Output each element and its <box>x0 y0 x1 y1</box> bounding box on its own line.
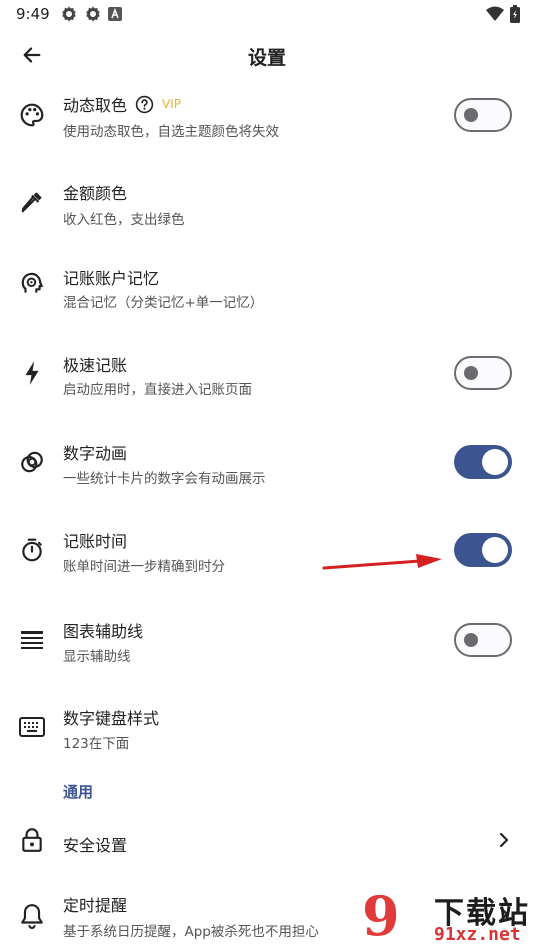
setting-subtitle: 一些统计卡片的数字会有动画展示 <box>63 471 266 487</box>
keyboard-icon <box>18 713 46 741</box>
setting-chart-guide-lines[interactable]: 图表辅助线 显示辅助线 <box>0 596 534 684</box>
setting-amount-color[interactable]: 金额颜色 收入红色，支出绿色 <box>0 158 534 246</box>
chevron-right-icon <box>494 830 514 850</box>
watermark-logo: 9 下载站 91xz.net <box>362 886 534 950</box>
setting-quick-accounting[interactable]: 极速记账 启动应用时，直接进入记账页面 <box>0 330 534 418</box>
switch-knob <box>464 633 478 647</box>
status-icons-left <box>60 5 122 23</box>
status-time: 9:49 <box>16 5 50 23</box>
switch-knob <box>482 537 508 563</box>
setting-title: 极速记账 <box>63 356 128 375</box>
setting-keyboard-style[interactable]: 数字键盘样式 123在下面 <box>0 683 534 771</box>
flash-icon <box>18 359 46 387</box>
dynamic-color-switch[interactable] <box>454 98 512 132</box>
watermark-logo-mark: 9 <box>362 884 400 948</box>
number-animation-switch[interactable] <box>454 445 512 479</box>
help-circle-icon[interactable] <box>135 95 154 114</box>
setting-title: 动态取色 <box>63 96 128 115</box>
setting-accounting-time[interactable]: 记账时间 账单时间进一步精确到时分 <box>0 506 534 594</box>
timer-icon <box>18 536 46 564</box>
status-bar: 9:49 <box>0 0 534 28</box>
setting-title: 记账账户记忆 <box>63 269 160 288</box>
quick-accounting-switch[interactable] <box>454 356 512 390</box>
lock-icon <box>18 826 46 854</box>
setting-subtitle: 基于系统日历提醒，App被杀死也不用担心 <box>63 924 319 940</box>
setting-title: 金额颜色 <box>63 184 128 203</box>
setting-title: 数字动画 <box>63 444 128 463</box>
eyedropper-icon <box>18 188 46 216</box>
brain-head-icon <box>18 271 46 299</box>
chart-guide-lines-switch[interactable] <box>454 623 512 657</box>
setting-title: 数字键盘样式 <box>63 709 160 728</box>
settings-gear-icon <box>86 6 100 22</box>
setting-account-memory[interactable]: 记账账户记忆 混合记忆（分类记忆+单一记忆） <box>0 243 534 331</box>
letter-a-icon <box>108 7 122 21</box>
setting-subtitle: 启动应用时，直接进入记账页面 <box>63 382 252 398</box>
switch-knob <box>464 108 478 122</box>
rings-icon <box>18 448 46 476</box>
setting-subtitle: 显示辅助线 <box>63 649 131 665</box>
setting-subtitle: 账单时间进一步精确到时分 <box>63 559 225 575</box>
setting-subtitle: 使用动态取色，自选主题颜色将失效 <box>63 124 279 140</box>
red-arrow-icon <box>322 554 442 570</box>
setting-dynamic-color[interactable]: 动态取色 VIP 使用动态取色，自选主题颜色将失效 <box>0 70 534 158</box>
section-header-general: 通用 <box>63 783 94 801</box>
status-icons-right <box>486 5 520 23</box>
setting-subtitle: 混合记忆（分类记忆+单一记忆） <box>63 295 264 311</box>
lines-icon <box>18 626 46 654</box>
setting-title: 定时提醒 <box>63 896 128 915</box>
battery-icon <box>510 5 520 23</box>
setting-title: 安全设置 <box>63 836 128 855</box>
watermark-url: 91xz.net <box>434 924 521 945</box>
switch-knob <box>482 449 508 475</box>
settings-gear-icon <box>62 6 76 22</box>
page-title: 设置 <box>247 47 286 69</box>
setting-subtitle: 收入红色，支出绿色 <box>63 212 185 228</box>
wifi-icon <box>486 6 504 21</box>
setting-title: 图表辅助线 <box>63 622 144 641</box>
setting-title: 记账时间 <box>63 532 128 551</box>
setting-security[interactable]: 安全设置 <box>0 808 534 874</box>
palette-icon <box>18 101 46 129</box>
setting-number-animation[interactable]: 数字动画 一些统计卡片的数字会有动画展示 <box>0 418 534 506</box>
vip-badge: VIP <box>162 97 181 111</box>
setting-subtitle: 123在下面 <box>63 736 130 752</box>
accounting-time-switch[interactable] <box>454 533 512 567</box>
title-row: 动态取色 VIP <box>63 92 181 116</box>
switch-knob <box>464 366 478 380</box>
bell-icon <box>18 902 46 930</box>
